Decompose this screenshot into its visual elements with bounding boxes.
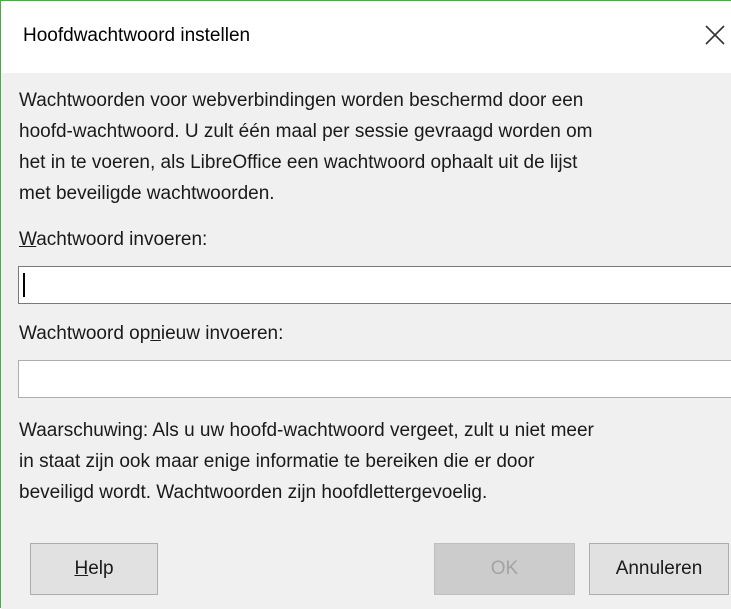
confirm-label-mnemonic: n bbox=[150, 323, 161, 344]
help-button-rest: elp bbox=[88, 558, 114, 579]
dialog-content: Wachtwoorden voor webverbindingen worden… bbox=[1, 73, 731, 609]
text-caret bbox=[23, 273, 25, 297]
password-label: Wachtwoord invoeren: bbox=[19, 229, 207, 251]
confirm-label-before: Wachtwoord op bbox=[19, 323, 151, 344]
close-icon[interactable] bbox=[701, 21, 729, 49]
confirm-password-label: Wachtwoord opnieuw invoeren: bbox=[19, 323, 283, 345]
confirm-label-after: ieuw invoeren: bbox=[160, 323, 284, 344]
dialog-title: Hoofdwachtwoord instellen bbox=[23, 25, 251, 46]
help-button-mnemonic: H bbox=[74, 558, 89, 579]
password-label-after: achtwoord invoeren: bbox=[36, 229, 208, 250]
confirm-password-input[interactable] bbox=[18, 360, 731, 398]
help-button[interactable]: Help bbox=[30, 543, 158, 595]
set-master-password-dialog: Hoofdwachtwoord instellen Wachtwoorden v… bbox=[0, 0, 731, 609]
title-bar: Hoofdwachtwoord instellen bbox=[1, 1, 731, 73]
password-input[interactable] bbox=[18, 266, 731, 304]
ok-button[interactable]: OK bbox=[434, 543, 575, 595]
cancel-button[interactable]: Annuleren bbox=[589, 543, 729, 595]
description-text: Wachtwoorden voor webverbindingen worden… bbox=[19, 90, 593, 204]
warning-text: Waarschuwing: Als u uw hoofd-wachtwoord … bbox=[19, 420, 594, 503]
password-label-mnemonic: W bbox=[19, 229, 37, 250]
